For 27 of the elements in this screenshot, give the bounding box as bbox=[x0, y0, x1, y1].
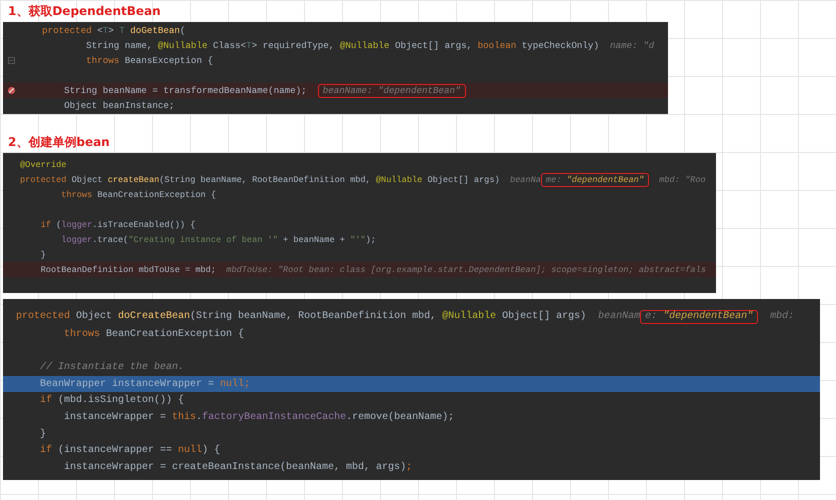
hint-highlight-box: beanName: "dependentBean" bbox=[318, 84, 466, 98]
code-line: @Override bbox=[20, 160, 66, 170]
code-line: throws BeanCreationException { bbox=[60, 190, 216, 200]
code-line: protected Object createBean(String beanName, RootBeanDefinition mbd, @Nullable Object[] args) beanNa me: "dependentBean" mbd: "Roo bbox=[20, 172, 706, 186]
code-line: String beanName = transformedBeanName(name); beanName: "dependentBean" bbox=[20, 84, 466, 98]
section-heading: 2、创建单例bean bbox=[8, 134, 110, 150]
code-line: if (instanceWrapper == null) { bbox=[39, 445, 220, 456]
code-line: logger.trace("Creating instance of bean '" + beanName + "'"); bbox=[60, 234, 376, 244]
code-line: protected Object doCreateBean(String beanName, RootBeanDefinition mbd, @Nullable Object[] args) beanNam e: "dependentBean" mbd: bbox=[16, 310, 794, 324]
code-line: // Instantiate the bean. bbox=[39, 362, 184, 373]
hint-highlight-box: e: "dependentBean" bbox=[640, 310, 758, 324]
hint-highlight-box: me: "dependentBean" bbox=[540, 172, 649, 186]
code-line: instanceWrapper = this.factoryBeanInstanceCache.remove(beanName); bbox=[63, 412, 454, 423]
breakpoint-icon[interactable] bbox=[7, 86, 16, 95]
code-line: instanceWrapper = createBeanInstance(beanName, mbd, args); bbox=[63, 462, 412, 474]
code-line: String name, @Nullable Class<T> requiredType, @Nullable Object[] args, boolean typeCheckOnly) name: "d bbox=[85, 40, 654, 51]
code-line: BeanWrapper instanceWrapper = null; bbox=[39, 378, 250, 390]
code-line: } bbox=[39, 428, 46, 440]
code-line: throws BeanCreationException { bbox=[63, 328, 244, 340]
code-line: Object beanInstance; bbox=[63, 100, 174, 111]
code-line: protected <T> T doGetBean( bbox=[41, 25, 186, 36]
code-line: RootBeanDefinition mbdToUse = mbd; mbdToUse: "Root bean: class [org.example.start.DependentBean]; scope=singleton; abstract=fals bbox=[40, 264, 706, 274]
code-line: } bbox=[40, 250, 46, 260]
code-line: if (logger.isTraceEnabled()) { bbox=[40, 220, 196, 230]
code-line: throws BeansException { bbox=[85, 55, 213, 66]
section-heading: 1、获取DependentBean bbox=[8, 3, 161, 19]
code-line: if (mbd.isSingleton()) { bbox=[39, 395, 184, 406]
